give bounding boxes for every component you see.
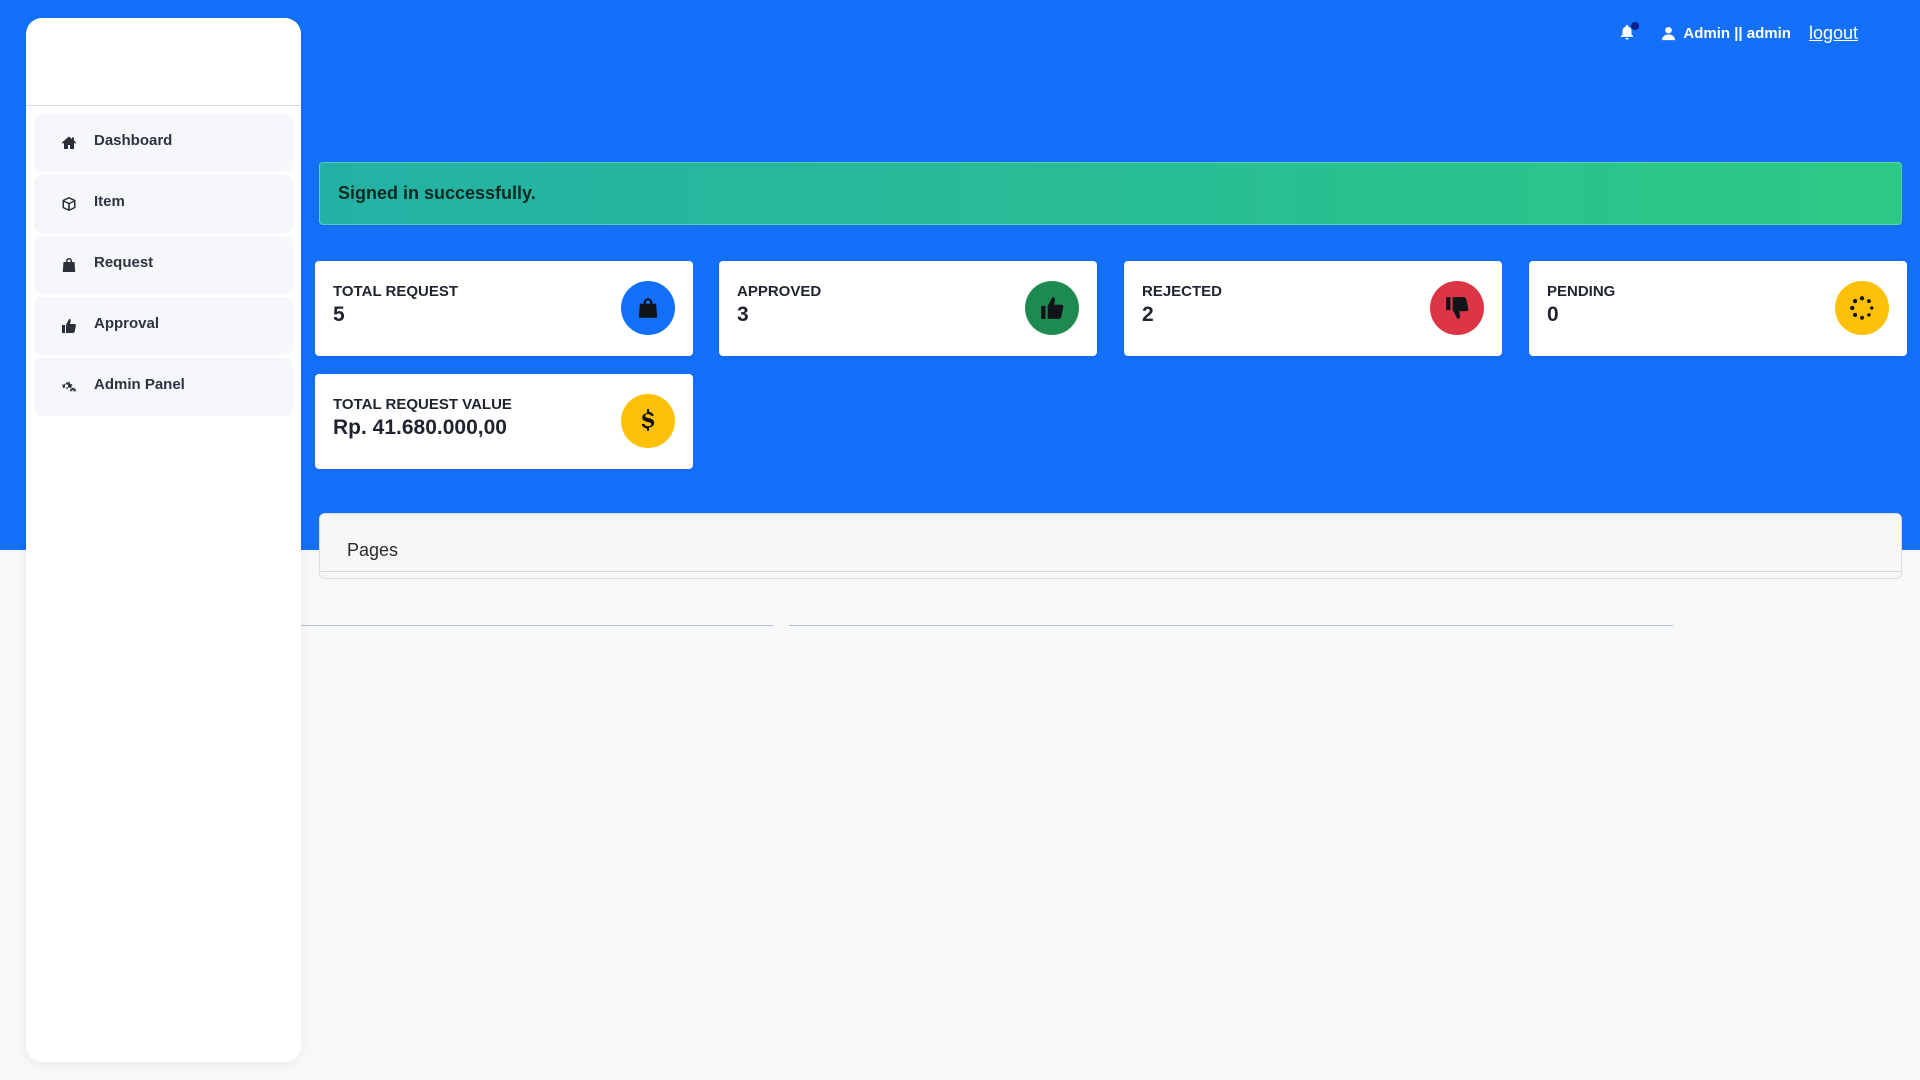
- thumbs-down-icon: [1430, 281, 1484, 335]
- user-label: Admin || admin: [1683, 24, 1791, 42]
- thumbs-up-icon: [1025, 281, 1079, 335]
- notification-dot: [1631, 22, 1640, 30]
- bag-icon: [60, 256, 78, 274]
- stat-card-total-request-value: TOTAL REQUEST VALUE Rp. 41.680.000,00: [315, 374, 693, 469]
- user-menu[interactable]: Admin || admin: [1661, 25, 1791, 42]
- sidebar-item-request[interactable]: Request: [34, 236, 293, 294]
- shopping-bag-icon: [621, 281, 675, 335]
- sidebar-item-approval[interactable]: Approval: [34, 297, 293, 355]
- sidebar-item-label: Item: [94, 192, 125, 210]
- stat-title: PENDING: [1547, 283, 1616, 300]
- divider: [301, 625, 773, 626]
- thumbs-up-icon: [60, 317, 78, 335]
- pages-panel-header: Pages: [320, 514, 1901, 572]
- stat-value: 0: [1547, 303, 1559, 326]
- divider: [789, 625, 1673, 626]
- stat-title: REJECTED: [1142, 283, 1223, 300]
- user-icon: [1662, 26, 1676, 40]
- stat-card-rejected: REJECTED 2: [1124, 261, 1502, 356]
- box-icon: [60, 195, 78, 213]
- stat-value: Rp. 41.680.000,00: [333, 416, 507, 439]
- dollar-icon: [621, 394, 675, 448]
- sidebar-item-label: Dashboard: [94, 131, 173, 149]
- notification-bell-icon[interactable]: [1619, 22, 1640, 42]
- sidebar-item-label: Admin Panel: [94, 375, 185, 393]
- stat-card-approved: APPROVED 3: [719, 261, 1097, 356]
- stat-title: TOTAL REQUEST: [333, 283, 459, 300]
- logout-link[interactable]: logout: [1809, 23, 1858, 44]
- pages-panel-title: Pages: [347, 540, 399, 560]
- stat-value: 5: [333, 303, 345, 326]
- sidebar-item-item[interactable]: Item: [34, 175, 293, 233]
- sidebar-item-dashboard[interactable]: Dashboard: [34, 114, 293, 172]
- alert-message: Signed in successfully.: [338, 183, 536, 203]
- pages-panel: Pages: [319, 513, 1902, 579]
- stat-card-pending: PENDING 0: [1529, 261, 1907, 356]
- spinner-icon: [1835, 281, 1889, 335]
- sidebar-nav: Dashboard Item Request Approval Admin Pa…: [26, 106, 301, 427]
- stat-value: 3: [737, 303, 749, 326]
- top-bar: Admin || admin logout: [1619, 20, 1858, 46]
- stat-card-total-request: TOTAL REQUEST 5: [315, 261, 693, 356]
- stat-title: TOTAL REQUEST VALUE: [333, 396, 512, 413]
- sidebar: Dashboard Item Request Approval Admin Pa…: [26, 18, 301, 1062]
- stat-value: 2: [1142, 303, 1154, 326]
- sidebar-item-admin-panel[interactable]: Admin Panel: [34, 358, 293, 416]
- home-icon: [60, 134, 78, 152]
- stat-title: APPROVED: [737, 283, 822, 300]
- sidebar-brand: [26, 18, 301, 106]
- sidebar-item-label: Approval: [94, 314, 160, 332]
- success-alert: Signed in successfully.: [319, 162, 1902, 225]
- sidebar-item-label: Request: [94, 253, 154, 271]
- cogs-icon: [60, 378, 78, 396]
